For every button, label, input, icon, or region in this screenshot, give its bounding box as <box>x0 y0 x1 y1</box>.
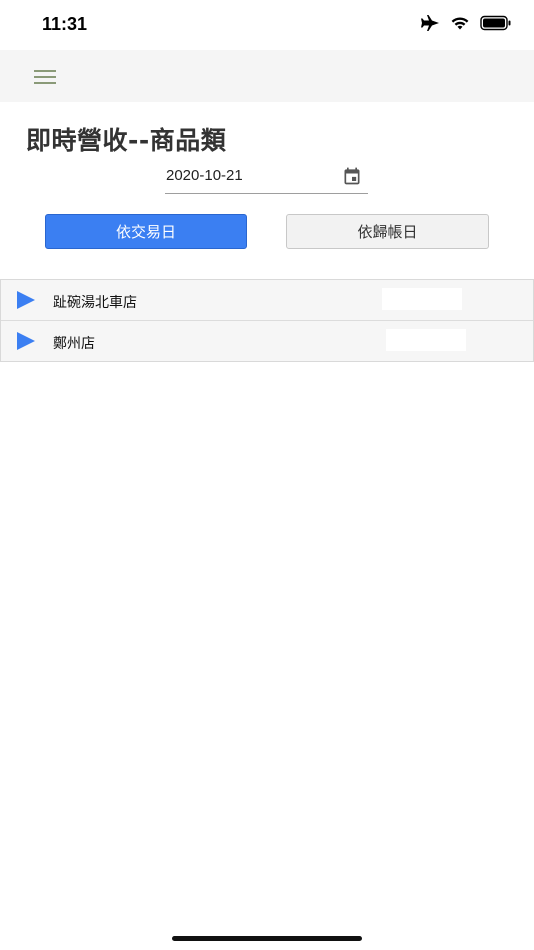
status-icons <box>420 14 512 32</box>
list-item[interactable]: 趾碗湯北車店 <box>1 280 533 321</box>
hamburger-icon[interactable] <box>34 70 58 86</box>
status-bar: 11:31 <box>0 0 534 50</box>
list-item[interactable]: 鄭州店 <box>1 321 533 361</box>
home-indicator[interactable] <box>172 936 362 941</box>
battery-icon <box>480 15 511 31</box>
wifi-icon <box>451 17 469 30</box>
calendar-icon[interactable] <box>342 166 362 186</box>
store-list: 趾碗湯北車店 鄭州店 <box>0 279 534 362</box>
page-title: 即時營收--商品類 <box>26 126 227 155</box>
by-posting-date-button[interactable]: 依歸帳日 <box>286 214 489 249</box>
status-time: 11:31 <box>42 14 88 34</box>
date-value[interactable]: 2020-10-21 <box>166 167 243 184</box>
expand-arrow-icon[interactable] <box>17 291 35 309</box>
airplane-icon <box>421 15 439 31</box>
store-value-box <box>386 329 466 351</box>
store-name: 鄭州店 <box>53 336 95 352</box>
expand-arrow-icon[interactable] <box>17 332 35 350</box>
top-navbar <box>0 50 534 102</box>
by-transaction-date-button[interactable]: 依交易日 <box>45 214 247 249</box>
store-name: 趾碗湯北車店 <box>53 295 137 311</box>
date-field[interactable]: 2020-10-21 <box>165 160 368 194</box>
store-value-box <box>382 288 462 310</box>
